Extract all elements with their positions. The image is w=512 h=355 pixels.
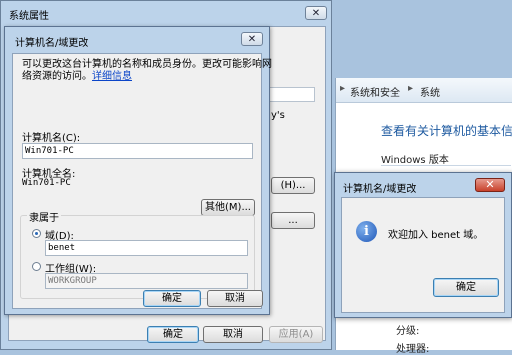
page-title: 查看有关计算机的基本信息 (381, 124, 512, 138)
workgroup-radio[interactable] (32, 262, 41, 271)
welcome-message-dialog: 计算机名/域更改 ✕ i 欢迎加入 benet 域。 确定 (334, 172, 512, 318)
windows-version-label: Windows 版本 (381, 155, 449, 166)
partial-text: y's (271, 110, 285, 121)
info-icon: i (356, 221, 377, 242)
network-id-button[interactable]: (H)... (271, 177, 315, 194)
address-bar[interactable]: ▸ 系统和安全 ▸ 系统 (336, 78, 512, 103)
more-button[interactable]: 其他(M)... (201, 199, 255, 216)
computer-name-dialog: 计算机名/域更改 ✕ 可以更改这台计算机的名称和成员身份。更改可能影响网 络资源… (4, 26, 272, 315)
close-button[interactable]: ✕ (305, 6, 327, 20)
full-name-value: Win701-PC (22, 178, 71, 188)
details-link[interactable]: 详细信息 (92, 71, 132, 82)
member-of-group: 隶属于 域(D): benet 工作组(W): WORKGROUP (20, 209, 255, 299)
breadcrumb-separator: ▸ (340, 83, 346, 94)
description-field[interactable] (269, 87, 315, 102)
close-icon: ✕ (247, 34, 257, 45)
close-icon: ✕ (311, 8, 321, 19)
welcome-message: 欢迎加入 benet 域。 (388, 230, 484, 241)
close-button[interactable]: ✕ (475, 178, 505, 192)
dialog-body: i 欢迎加入 benet 域。 确定 (341, 197, 505, 313)
dialog-title: 系统属性 (9, 11, 49, 22)
divider (381, 165, 511, 166)
dialog-title: 计算机名/域更改 (15, 38, 89, 49)
dialog-title: 计算机名/域更改 (343, 184, 417, 195)
ok-button[interactable]: 确定 (143, 290, 201, 307)
domain-radio[interactable] (32, 229, 41, 238)
ok-button[interactable]: 确定 (433, 278, 499, 297)
workgroup-input[interactable]: WORKGROUP (45, 273, 248, 289)
computer-name-label: 计算机名(C): (22, 133, 81, 144)
breadcrumb-item-system-security[interactable]: 系统和安全 (350, 84, 400, 99)
close-icon: ✕ (485, 178, 495, 191)
computer-name-input[interactable]: Win701-PC (22, 143, 253, 159)
cancel-button[interactable]: 取消 (207, 290, 263, 307)
cancel-button[interactable]: 取消 (203, 326, 263, 343)
ok-button[interactable]: 确定 (147, 326, 199, 343)
domain-input[interactable]: benet (45, 240, 248, 256)
apply-button[interactable]: 应用(A) (269, 326, 323, 343)
member-of-label: 隶属于 (27, 209, 61, 224)
dialog-body: 可以更改这台计算机的名称和成员身份。更改可能影响网 络资源的访问。详细信息 计算… (12, 53, 272, 309)
rating-label: 分级: (396, 326, 420, 337)
description-text: 可以更改这台计算机的名称和成员身份。更改可能影响网 络资源的访问。详细信息 (22, 59, 272, 82)
breadcrumb-separator: ▸ (408, 83, 414, 94)
close-button[interactable]: ✕ (241, 32, 263, 46)
breadcrumb-item-system[interactable]: 系统 (420, 84, 440, 99)
processor-label: 处理器: (396, 344, 430, 355)
change-button[interactable]: ... (271, 212, 315, 229)
